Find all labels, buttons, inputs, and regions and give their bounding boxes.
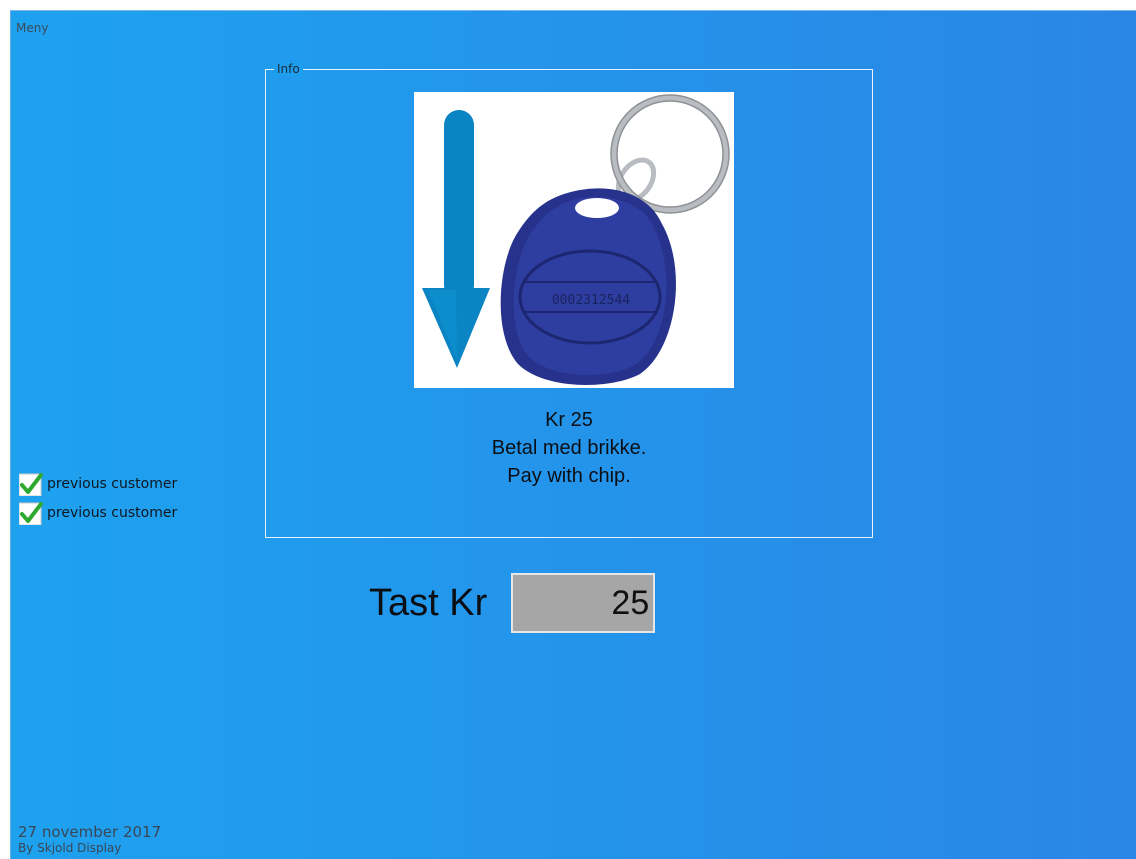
instruction-no-text: Betal med brikke. xyxy=(491,437,647,459)
instruction-en-text: Pay with chip. xyxy=(507,465,631,487)
key-fob-icon: 0002312544 xyxy=(500,188,676,385)
info-groupbox: Info 0002312544 Kr 25 Betal med brikke. … xyxy=(265,62,873,538)
customer-label: previous customer xyxy=(47,504,178,521)
price-text: Kr 25 xyxy=(545,409,593,431)
chip-illustration: 0002312544 xyxy=(422,94,730,385)
check-icon xyxy=(19,472,43,496)
customer-item[interactable]: previous customer xyxy=(19,498,177,527)
customer-list: previous customer previous customer xyxy=(19,469,177,527)
keyring-icon xyxy=(611,95,729,213)
footer-credit: By Skjold Display xyxy=(18,841,122,855)
menu-button[interactable]: Meny xyxy=(16,21,48,35)
footer: 27 november 2017 By Skjold Display xyxy=(18,823,161,855)
down-arrow-icon xyxy=(422,110,490,368)
main-window: Meny Info 0002312544 Kr 25 Betal med bri… xyxy=(10,10,1136,859)
info-legend: Info xyxy=(274,62,303,76)
customer-item[interactable]: previous customer xyxy=(19,469,177,498)
amount-row: Tast Kr xyxy=(369,571,656,635)
footer-date: 27 november 2017 xyxy=(18,823,162,841)
amount-input[interactable] xyxy=(511,573,656,633)
chip-image: 0002312544 xyxy=(414,92,734,388)
amount-label: Tast Kr xyxy=(369,581,488,624)
customer-label: previous customer xyxy=(47,475,178,492)
tag-number: 0002312544 xyxy=(552,293,630,308)
check-icon xyxy=(19,501,43,525)
